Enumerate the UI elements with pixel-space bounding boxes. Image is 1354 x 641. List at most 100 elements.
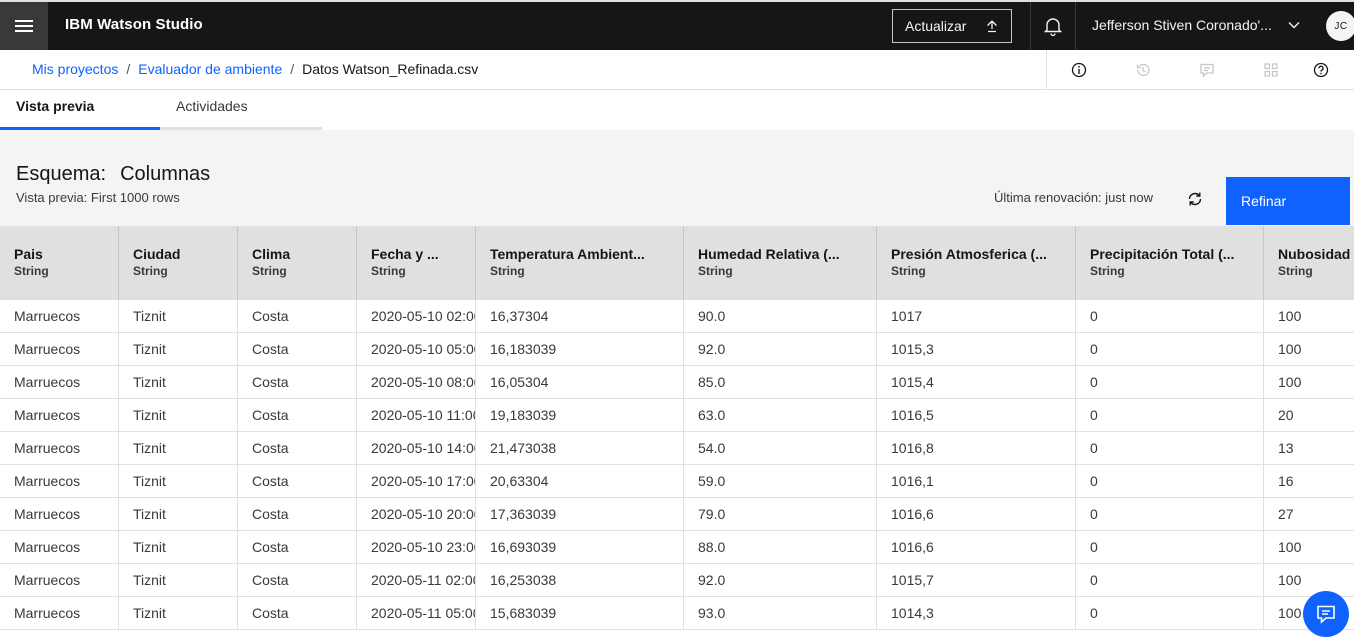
user-menu[interactable]: Jefferson Stiven Coronado'... <box>1092 17 1282 33</box>
apps-button[interactable] <box>1239 50 1303 90</box>
table-cell: 2020-05-10 14:00 <box>357 432 476 465</box>
table-cell: 0 <box>1076 432 1264 465</box>
column-header[interactable]: Precipitación Total (... String <box>1076 226 1264 300</box>
column-header[interactable]: Temperatura Ambient... String <box>476 226 684 300</box>
table-cell: Marruecos <box>0 333 119 366</box>
table-cell: 92.0 <box>684 564 877 597</box>
chat-button[interactable] <box>1303 591 1349 637</box>
breadcrumb-project-link[interactable]: Evaluador de ambiente <box>138 61 282 77</box>
table-cell: 100 <box>1264 531 1354 564</box>
column-header[interactable]: Ciudad String <box>119 226 238 300</box>
table-header: Pais String Ciudad String Clima String Fecha y… <box>0 226 1354 300</box>
table-cell: Tiznit <box>119 498 238 531</box>
table-cell: Marruecos <box>0 366 119 399</box>
app-brand[interactable]: IBM Watson Studio <box>65 16 203 33</box>
top-header: IBM Watson Studio Actualizar Jefferson S… <box>0 0 1354 50</box>
column-header[interactable]: Nubosidad T String <box>1264 226 1354 300</box>
table-cell: Costa <box>238 564 357 597</box>
column-header[interactable]: Pais String <box>0 226 119 300</box>
table-cell: Costa <box>238 465 357 498</box>
column-name: Temperatura Ambient... <box>490 246 645 262</box>
column-header[interactable]: Humedad Relativa (... String <box>684 226 877 300</box>
table-cell: 2020-05-10 08:00 <box>357 366 476 399</box>
table-cell: Tiznit <box>119 300 238 333</box>
refine-button[interactable]: Refinar <box>1226 177 1350 225</box>
table-cell: 16,183039 <box>476 333 684 366</box>
tab-activities[interactable]: Actividades <box>160 90 322 130</box>
column-name: Pais <box>14 246 43 262</box>
column-name: Humedad Relativa (... <box>698 246 840 262</box>
refresh-icon[interactable] <box>1186 190 1204 208</box>
table-cell: 85.0 <box>684 366 877 399</box>
table-cell: Marruecos <box>0 531 119 564</box>
column-header[interactable]: Presión Atmosferica (... String <box>877 226 1076 300</box>
table-cell: 0 <box>1076 300 1264 333</box>
breadcrumb-separator: / <box>290 61 295 77</box>
table-cell: Costa <box>238 531 357 564</box>
table-cell: Marruecos <box>0 465 119 498</box>
comments-button[interactable] <box>1175 50 1239 90</box>
column-name: Precipitación Total (... <box>1090 246 1235 262</box>
schema-panel: Esquema: Columnas Vista previa: First 100… <box>0 130 1354 226</box>
table-cell: Tiznit <box>119 597 238 630</box>
column-header[interactable]: Fecha y ... String <box>357 226 476 300</box>
table-cell: Costa <box>238 333 357 366</box>
table-cell: 1017 <box>877 300 1076 333</box>
table-cell: 27 <box>1264 498 1354 531</box>
last-refresh-text: Última renovación: just now <box>994 190 1153 205</box>
schema-label: Esquema: <box>16 163 107 185</box>
chat-icon <box>1317 605 1335 624</box>
bell-icon <box>1044 18 1062 36</box>
table-row: Marruecos Tiznit Costa 2020-05-10 05:00 16,1… <box>0 333 1354 366</box>
column-type: String <box>891 264 926 278</box>
table-cell: Tiznit <box>119 564 238 597</box>
table-row: Marruecos Tiznit Costa 2020-05-11 02:00 16,2… <box>0 564 1354 597</box>
breadcrumb-projects-link[interactable]: Mis proyectos <box>32 61 118 77</box>
table-row: Marruecos Tiznit Costa 2020-05-10 14:00 21,4… <box>0 432 1354 465</box>
table-cell: 92.0 <box>684 333 877 366</box>
help-icon <box>1313 62 1329 78</box>
breadcrumb-separator: / <box>126 61 131 77</box>
column-name: Nubosidad T <box>1278 246 1354 262</box>
table-cell: 21,473038 <box>476 432 684 465</box>
info-icon <box>1071 62 1087 78</box>
table-cell: 100 <box>1264 564 1354 597</box>
tab-preview[interactable]: Vista previa <box>0 90 160 130</box>
table-cell: 15,683039 <box>476 597 684 630</box>
table-row: Marruecos Tiznit Costa 2020-05-10 17:00 20,6… <box>0 465 1354 498</box>
table-row: Marruecos Tiznit Costa 2020-05-10 02:00 16,3… <box>0 300 1354 333</box>
table-cell: 16,37304 <box>476 300 684 333</box>
help-button[interactable] <box>1303 50 1339 90</box>
table-cell: Costa <box>238 366 357 399</box>
table-row: Marruecos Tiznit Costa 2020-05-10 23:00 16,6… <box>0 531 1354 564</box>
column-type: String <box>1278 264 1313 278</box>
table-cell: Marruecos <box>0 564 119 597</box>
table-cell: 63.0 <box>684 399 877 432</box>
column-name: Clima <box>252 246 291 262</box>
update-label: Actualizar <box>905 18 967 34</box>
table-cell: 0 <box>1076 465 1264 498</box>
table-row: Marruecos Tiznit Costa 2020-05-10 08:00 16,0… <box>0 366 1354 399</box>
preview-info: Vista previa: First 1000 rows <box>16 190 180 205</box>
table-cell: 16 <box>1264 465 1354 498</box>
table-cell: Marruecos <box>0 597 119 630</box>
avatar[interactable]: JC <box>1326 11 1354 41</box>
side-panel-toolbar <box>1046 50 1339 90</box>
chevron-down-icon[interactable] <box>1288 20 1300 30</box>
table-cell: 90.0 <box>684 300 877 333</box>
table-row: Marruecos Tiznit Costa 2020-05-10 20:00 17,3… <box>0 498 1354 531</box>
table-cell: Tiznit <box>119 432 238 465</box>
schema-value: Columnas <box>120 163 211 185</box>
table-cell: 0 <box>1076 597 1264 630</box>
schema-heading: Esquema: Columnas <box>16 163 210 186</box>
update-button[interactable]: Actualizar <box>892 9 1012 43</box>
hamburger-menu-button[interactable] <box>0 2 48 50</box>
table-cell: 2020-05-10 23:00 <box>357 531 476 564</box>
column-name: Ciudad <box>133 246 181 262</box>
column-header[interactable]: Clima String <box>238 226 357 300</box>
breadcrumb: Mis proyectos / Evaluador de ambiente / Dato… <box>32 61 478 77</box>
info-button[interactable] <box>1047 50 1111 90</box>
history-button[interactable] <box>1111 50 1175 90</box>
notifications-button[interactable] <box>1030 2 1076 50</box>
table-cell: 1016,5 <box>877 399 1076 432</box>
